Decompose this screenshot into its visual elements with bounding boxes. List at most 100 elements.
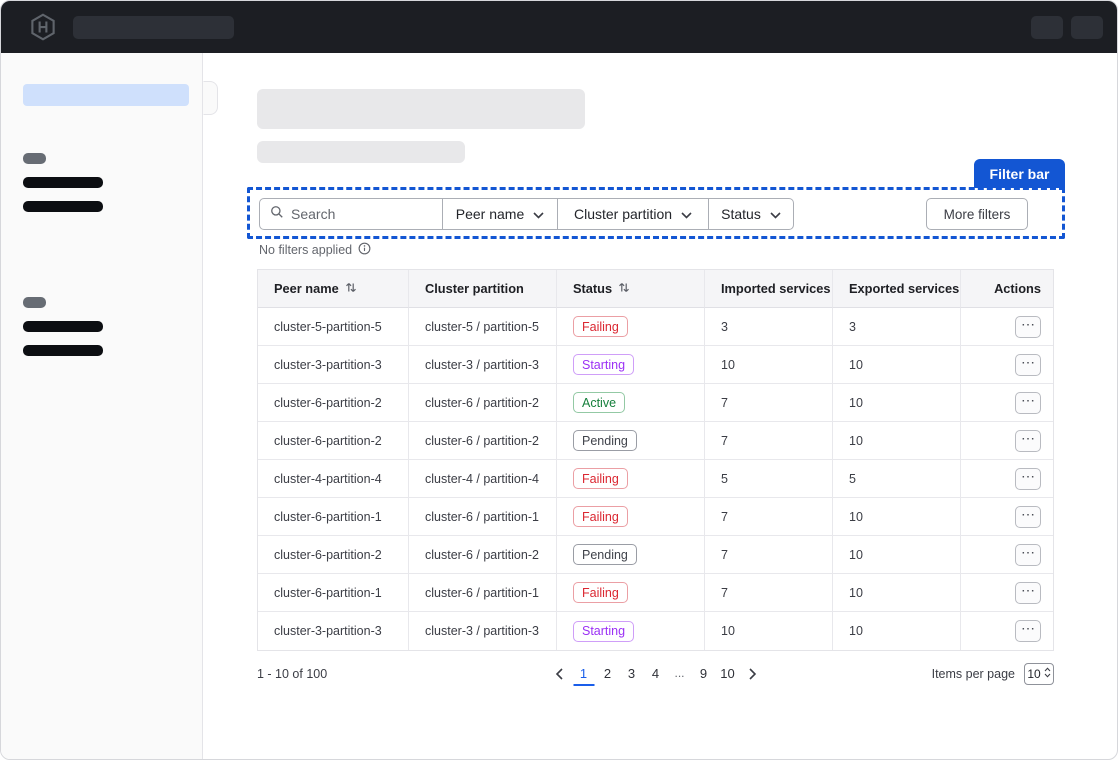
chevrons-up-down-icon <box>1044 667 1051 681</box>
ellipsis-icon: ⋯ <box>1021 393 1035 407</box>
sort-arrows-icon <box>345 281 357 297</box>
column-header-label: Status <box>573 281 612 296</box>
column-header-status[interactable]: Status <box>557 270 705 308</box>
items-per-page-label: Items per page <box>932 667 1015 681</box>
status-badge: Starting <box>573 354 634 375</box>
exported-services-cell: 10 <box>833 536 961 574</box>
actions-cell: ⋯ <box>961 346 1053 384</box>
peer-name-cell: cluster-6-partition-1 <box>258 498 409 536</box>
status-badge: Starting <box>573 621 634 642</box>
row-actions-button[interactable]: ⋯ <box>1015 392 1041 414</box>
hashicorp-logo-icon[interactable] <box>28 12 58 47</box>
cluster-partition-cell: cluster-3 / partition-3 <box>409 612 557 650</box>
row-actions-button[interactable]: ⋯ <box>1015 544 1041 566</box>
sidebar-collapse-handle[interactable] <box>203 81 218 115</box>
pagination-page-3[interactable]: 3 <box>621 662 642 686</box>
column-header-peer-name[interactable]: Peer name <box>258 270 409 308</box>
exported-services-cell: 3 <box>833 308 961 346</box>
sidebar-section-label-skeleton <box>23 153 46 164</box>
imported-services-cell: 5 <box>705 460 833 498</box>
cluster-partition-cell: cluster-6 / partition-2 <box>409 536 557 574</box>
row-actions-button[interactable]: ⋯ <box>1015 354 1041 376</box>
chevron-down-icon <box>770 206 781 222</box>
status-badge: Failing <box>573 316 628 337</box>
exported-services-cell: 10 <box>833 612 961 650</box>
status-cell: Active <box>557 384 705 422</box>
peer-name-cell: cluster-6-partition-1 <box>258 574 409 612</box>
peer-name-cell: cluster-5-partition-5 <box>258 308 409 346</box>
cluster-partition-cell: cluster-6 / partition-1 <box>409 574 557 612</box>
pagination-prev-button[interactable] <box>548 662 570 686</box>
status-cell: Starting <box>557 612 705 650</box>
status-cell: Failing <box>557 574 705 612</box>
exported-services-cell: 10 <box>833 498 961 536</box>
search-field[interactable] <box>259 198 443 230</box>
peer-name-cell: cluster-6-partition-2 <box>258 422 409 460</box>
column-header-label: Peer name <box>274 281 339 296</box>
ellipsis-icon: ⋯ <box>1021 507 1035 521</box>
actions-cell: ⋯ <box>961 498 1053 536</box>
items-per-page: Items per page 10 <box>932 663 1054 685</box>
imported-services-cell: 10 <box>705 346 833 384</box>
pagination-page-4[interactable]: 4 <box>645 662 666 686</box>
ellipsis-icon: ⋯ <box>1021 355 1035 369</box>
pagination-ellipsis: ... <box>669 662 690 686</box>
page-subtitle-skeleton <box>257 141 465 163</box>
exported-services-cell: 10 <box>833 422 961 460</box>
row-actions-button[interactable]: ⋯ <box>1015 620 1041 642</box>
peer-name-cell: cluster-6-partition-2 <box>258 384 409 422</box>
column-header-imported-services: Imported services <box>705 270 833 308</box>
table-row: cluster-6-partition-2 cluster-6 / partit… <box>258 536 1053 574</box>
sort-arrows-icon <box>618 281 630 297</box>
cluster-partition-cell: cluster-6 / partition-2 <box>409 384 557 422</box>
nav-search-placeholder[interactable] <box>73 16 234 39</box>
nav-action-button-placeholder[interactable] <box>1031 16 1063 39</box>
pagination-page-9[interactable]: 9 <box>693 662 714 686</box>
nav-profile-button-placeholder[interactable] <box>1071 16 1103 39</box>
ellipsis-icon: ⋯ <box>1021 583 1035 597</box>
page-title-skeleton <box>257 89 585 129</box>
status-dropdown-label: Status <box>721 206 761 222</box>
pagination-page-10[interactable]: 10 <box>717 662 738 686</box>
sidebar-active-item-skeleton <box>23 84 189 106</box>
cluster-partition-cell: cluster-3 / partition-3 <box>409 346 557 384</box>
cluster-partition-cell: cluster-5 / partition-5 <box>409 308 557 346</box>
cluster-partition-cell: cluster-4 / partition-4 <box>409 460 557 498</box>
items-per-page-select[interactable]: 10 <box>1024 663 1054 685</box>
peers-table: Peer name Cluster partition Status Impor… <box>257 269 1054 651</box>
info-icon[interactable] <box>358 242 371 258</box>
status-badge: Failing <box>573 582 628 603</box>
search-input[interactable] <box>291 206 421 222</box>
peer-name-cell: cluster-3-partition-3 <box>258 612 409 650</box>
table-header-row: Peer name Cluster partition Status Impor… <box>258 270 1053 308</box>
status-badge: Failing <box>573 468 628 489</box>
pagination-page-2[interactable]: 2 <box>597 662 618 686</box>
row-actions-button[interactable]: ⋯ <box>1015 430 1041 452</box>
row-actions-button[interactable]: ⋯ <box>1015 582 1041 604</box>
peer-name-dropdown-label: Peer name <box>456 206 524 222</box>
peer-name-cell: cluster-4-partition-4 <box>258 460 409 498</box>
sidebar-item-skeleton <box>23 345 103 356</box>
column-header-actions: Actions <box>961 270 1053 308</box>
pagination-next-button[interactable] <box>741 662 763 686</box>
row-actions-button[interactable]: ⋯ <box>1015 468 1041 490</box>
imported-services-cell: 7 <box>705 574 833 612</box>
column-header-label: Cluster partition <box>425 281 524 296</box>
cluster-partition-dropdown[interactable]: Cluster partition <box>558 198 709 230</box>
column-header-exported-services: Exported services <box>833 270 961 308</box>
pagination-pages: 1234...910 <box>548 662 763 686</box>
table-row: cluster-4-partition-4 cluster-4 / partit… <box>258 460 1053 498</box>
pagination-page-1[interactable]: 1 <box>573 662 594 686</box>
filter-status: No filters applied <box>259 242 371 258</box>
more-filters-button[interactable]: More filters <box>926 198 1028 230</box>
peer-name-cell: cluster-6-partition-2 <box>258 536 409 574</box>
annotation-label-text: Filter bar <box>990 166 1050 182</box>
status-dropdown[interactable]: Status <box>709 198 794 230</box>
peer-name-dropdown[interactable]: Peer name <box>443 198 558 230</box>
row-actions-button[interactable]: ⋯ <box>1015 316 1041 338</box>
status-badge: Active <box>573 392 625 413</box>
exported-services-cell: 10 <box>833 346 961 384</box>
row-actions-button[interactable]: ⋯ <box>1015 506 1041 528</box>
sidebar-item-skeleton <box>23 201 103 212</box>
cluster-partition-cell: cluster-6 / partition-1 <box>409 498 557 536</box>
